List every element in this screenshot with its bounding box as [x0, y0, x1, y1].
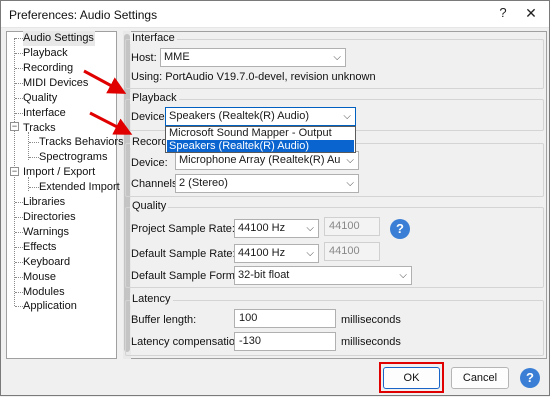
annotation-arrow-playback [83, 69, 127, 94]
dropdown-option-speakers[interactable]: Speakers (Realtek(R) Audio) [167, 140, 354, 152]
annotation-arrows [83, 69, 133, 135]
dropdown-option-sound-mapper[interactable]: Microsoft Sound Mapper - Output [167, 127, 354, 139]
annotation-arrow-device [89, 111, 133, 135]
playback-device-dropdown[interactable]: Microsoft Sound Mapper - Output Speakers… [165, 126, 356, 153]
preferences-dialog: Preferences: Audio Settings ? ✕ − − Audi… [0, 0, 550, 396]
